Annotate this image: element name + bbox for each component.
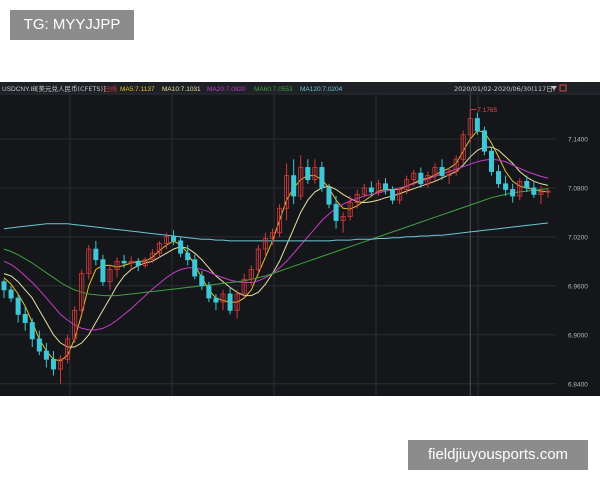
candle-body: [474, 118, 480, 132]
candle-body: [496, 171, 502, 185]
candle-body: [121, 260, 127, 264]
candle-body: [178, 240, 184, 254]
candle-body: [305, 167, 311, 181]
candle-body: [50, 358, 56, 370]
candle-body: [100, 259, 106, 283]
candle-body: [171, 236, 177, 242]
candle-body: [192, 259, 198, 277]
candle-body: [503, 183, 509, 190]
y-tick-label: 7.1400: [568, 136, 588, 143]
candle-body: [319, 167, 325, 189]
candle-body: [29, 322, 35, 340]
y-tick-label: 6.8400: [568, 381, 588, 388]
candle-body: [418, 172, 424, 185]
legend-ma10: MA10:7.1031: [162, 86, 201, 93]
legend-ma60: MA60:7.0553: [254, 86, 293, 93]
candle-body: [8, 289, 14, 299]
candle-body: [368, 187, 374, 193]
candle-body: [333, 203, 339, 221]
candle-body: [481, 130, 487, 152]
high-label: 7.1765: [477, 107, 497, 114]
candle-body: [15, 297, 21, 315]
watermark-top: TG: MYYJJPP: [10, 10, 134, 40]
low-label: 6.8398: [68, 395, 88, 396]
candle-body: [291, 175, 297, 197]
candle-body: [1, 281, 7, 291]
date-range: 2020/01/02-2020/06/30(117日): [454, 85, 555, 93]
legend-ma5: MA5:7.1137: [120, 86, 155, 93]
candle-body: [206, 285, 212, 299]
candle-body: [213, 297, 219, 303]
kline-chart-panel[interactable]: USDCNY.IB [美元兑人民币(CFETS)] 日线 MA5:7.1137 MA10…: [0, 82, 600, 396]
candle-body: [510, 189, 516, 197]
watermark-bottom: fieldjiuyousports.com: [408, 440, 588, 470]
symbol-code: USDCNY.IB: [2, 86, 37, 93]
legend-ma20: MA20:7.0920: [207, 86, 246, 93]
symbol-name: [美元兑人民币(CFETS)]: [36, 84, 106, 93]
candle-body: [439, 167, 445, 177]
candle-body: [185, 252, 191, 261]
y-tick-label: 7.0800: [568, 185, 588, 192]
legend-ma120: MA120:7.0204: [300, 86, 343, 93]
candle-body: [199, 275, 205, 287]
ma-line-ma10: [3, 146, 549, 348]
candle-body: [135, 260, 141, 266]
candle-body: [22, 313, 28, 323]
candle-body: [326, 187, 332, 205]
candle-body: [488, 150, 495, 172]
kline-chart: USDCNY.IB [美元兑人民币(CFETS)]日线 MA5:7.1137 MA10…: [0, 82, 600, 396]
candle-body: [227, 293, 233, 311]
candle-body: [390, 189, 396, 201]
candle-body: [382, 183, 389, 190]
candle-body: [36, 338, 42, 352]
candle-body: [43, 350, 49, 360]
y-tick-label: 7.0200: [568, 234, 588, 241]
candle-body: [93, 248, 99, 261]
candle-body: [524, 180, 530, 189]
ma-line-ma20: [3, 158, 549, 331]
period-tag: 日线: [104, 84, 118, 93]
y-tick-label: 6.9000: [568, 332, 588, 339]
candle-body: [531, 187, 537, 195]
y-tick-label: 6.9600: [568, 283, 588, 290]
ma-line-ma60: [3, 188, 549, 297]
